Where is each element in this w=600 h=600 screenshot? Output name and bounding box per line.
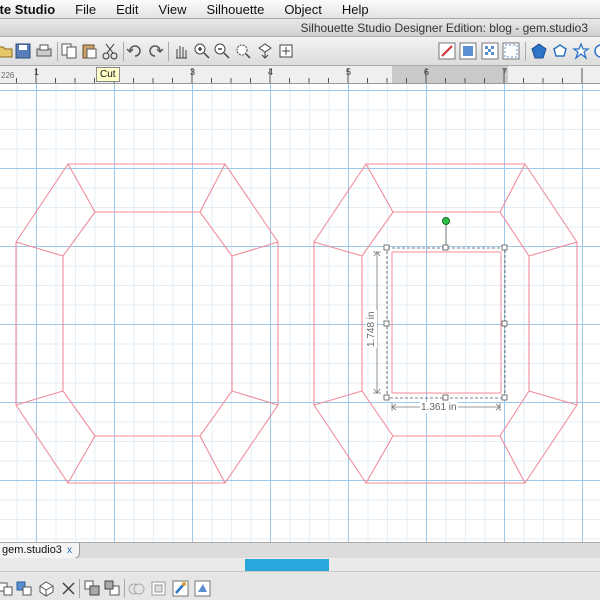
menu-file[interactable]: File	[75, 2, 96, 17]
main-toolbar	[0, 37, 600, 66]
selection-box[interactable]	[373, 217, 508, 412]
document-tab-label: gem.studio3	[2, 544, 62, 556]
document-tab[interactable]: gem.studio3 x	[0, 543, 80, 559]
cut-icon[interactable]	[101, 42, 119, 60]
open-icon[interactable]	[0, 42, 14, 60]
menu-view[interactable]: View	[159, 2, 187, 17]
resize-handles	[383, 244, 508, 401]
ungroup-icon[interactable]	[16, 580, 33, 597]
group-icon[interactable]	[0, 580, 15, 597]
gem-left-inner	[62, 211, 233, 437]
flower-shape-icon[interactable]	[592, 42, 600, 60]
cut-tooltip: Cut	[96, 67, 120, 82]
rotate-handle	[442, 217, 450, 225]
width-dimension-label: 1.361 in	[420, 402, 458, 413]
fill-color-icon[interactable]	[459, 42, 477, 60]
line-style-icon[interactable]	[438, 42, 456, 60]
fill-pattern-icon[interactable]	[481, 42, 499, 60]
bring-front-icon[interactable]	[84, 580, 101, 597]
fit-to-page-icon[interactable]	[256, 42, 274, 60]
horizontal-scrollbar[interactable]	[0, 558, 600, 572]
gem-shapes	[15, 163, 578, 484]
replicate-icon[interactable]	[194, 580, 211, 597]
menu-bar: ette Studio File Edit View Silhouette Ob…	[0, 0, 600, 19]
release-compound-icon[interactable]	[60, 580, 77, 597]
pan-icon[interactable]	[172, 42, 190, 60]
zoom-out-icon[interactable]	[213, 42, 231, 60]
undo-icon[interactable]	[126, 42, 144, 60]
document-tab-bar: gem.studio3 x	[0, 542, 600, 559]
gem-shape-icon[interactable]	[530, 42, 548, 60]
bottom-toolbar	[0, 558, 600, 600]
zoom-page-icon[interactable]	[277, 42, 295, 60]
gem-right	[313, 163, 578, 484]
window-title: Silhouette Studio Designer Edition: blog…	[0, 19, 600, 37]
pentagon-shape-icon[interactable]	[551, 42, 569, 60]
design-canvas[interactable]: 1.361 in 1.748 in	[0, 84, 600, 542]
ruler-ticks	[16, 68, 583, 83]
cut-settings-icon[interactable]	[502, 42, 520, 60]
redo-icon[interactable]	[146, 42, 164, 60]
compound-icon[interactable]	[38, 580, 55, 597]
zoom-select-icon[interactable]	[234, 42, 252, 60]
trace-icon[interactable]	[172, 580, 189, 597]
star-shape-icon[interactable]	[572, 42, 590, 60]
app-menu[interactable]: ette Studio	[0, 2, 55, 17]
scrollbar-thumb[interactable]	[245, 559, 329, 571]
gem-left	[15, 163, 279, 484]
menu-edit[interactable]: Edit	[116, 2, 138, 17]
menu-silhouette[interactable]: Silhouette	[206, 2, 264, 17]
zoom-in-icon[interactable]	[193, 42, 211, 60]
copy-icon[interactable]	[60, 42, 78, 60]
height-dimension-label: 1.748 in	[366, 310, 377, 348]
save-icon[interactable]	[14, 42, 32, 60]
print-icon[interactable]	[35, 42, 53, 60]
close-tab-icon[interactable]: x	[67, 543, 72, 558]
menu-object[interactable]: Object	[284, 2, 322, 17]
weld-icon[interactable]	[128, 580, 145, 597]
horizontal-ruler: 226 1 2 3 4 5 6 7	[0, 66, 600, 84]
send-back-icon[interactable]	[104, 580, 121, 597]
menu-help[interactable]: Help	[342, 2, 369, 17]
offset-icon[interactable]	[150, 580, 167, 597]
paste-icon[interactable]	[80, 42, 98, 60]
